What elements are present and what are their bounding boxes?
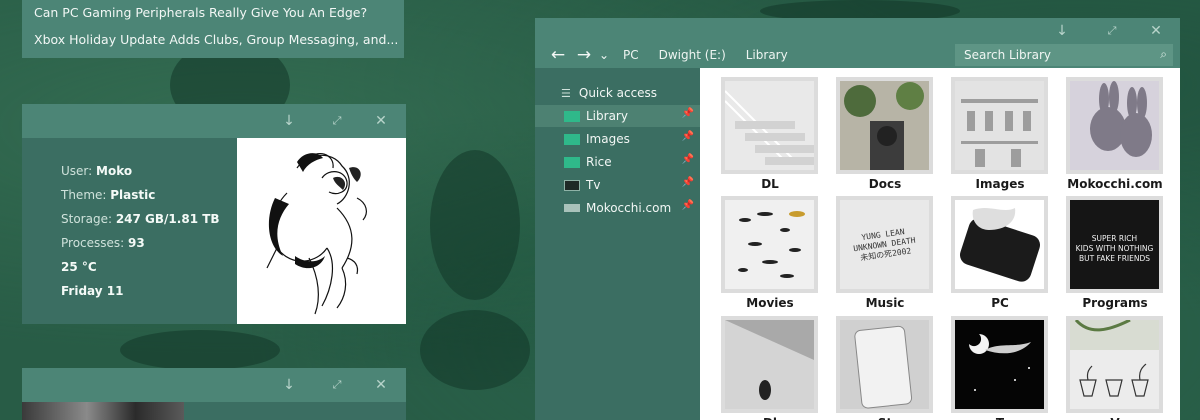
drive-icon (564, 204, 580, 212)
folder-tile-st[interactable]: St (835, 316, 935, 420)
folder-label: St (835, 416, 935, 420)
folder-thumbnail (951, 316, 1048, 413)
search-placeholder: Search Library (964, 48, 1051, 62)
folder-thumbnail (836, 316, 933, 413)
folder-thumbnail (721, 77, 818, 174)
restore-icon[interactable]: ⤢ (320, 104, 354, 138)
sidebar-item-label: Mokocchi.com (586, 201, 672, 215)
info-row-processes: Processes: 93 (61, 236, 145, 250)
sidebar-item-library[interactable]: Library 📌 (535, 105, 700, 127)
folder-grid: DL Docs Images Mokocchi.com Movies YUNG … (700, 68, 1180, 420)
folder-tile-dl[interactable]: DL (720, 77, 820, 191)
media-thumbnail (22, 402, 184, 420)
folder-tile-images[interactable]: Images (950, 77, 1050, 191)
info-body: User: Moko Theme: Plastic Storage: 247 G… (22, 138, 237, 324)
folder-label: Images (975, 177, 1025, 191)
folder-label: Docs (868, 177, 902, 191)
folder-thumbnail (951, 77, 1048, 174)
folder-label: DL (761, 177, 779, 191)
search-input[interactable]: Search Library ⌕ (955, 44, 1173, 66)
sidebar-item-quick-access[interactable]: ☰ Quick access (535, 82, 700, 104)
folder-thumbnail (836, 77, 933, 174)
info-row-temperature: 25 °C (61, 260, 97, 274)
folder-tile-music[interactable]: YUNG LEAN UNKNOWN DEATH 未知の死2002 Music (835, 196, 935, 310)
sidebar-item-label: Tv (586, 178, 601, 192)
sidebar-item-label: Quick access (578, 86, 658, 100)
folder-icon (564, 133, 580, 145)
folder-tile-mokocchi[interactable]: Mokocchi.com (1065, 77, 1165, 191)
forward-arrow-icon[interactable]: → (571, 45, 597, 65)
folder-icon (564, 110, 580, 122)
pin-icon[interactable]: 📌 (682, 177, 694, 188)
file-explorer-window: ↓ ⤢ ✕ ← → ⌄ PC Dwight (E:) Library Searc… (535, 18, 1180, 420)
info-row-storage: Storage: 247 GB/1.81 TB (61, 212, 220, 226)
news-panel: Can PC Gaming Peripherals Really Give Yo… (22, 0, 404, 58)
breadcrumb-library[interactable]: Library (746, 48, 788, 62)
breadcrumb-drive[interactable]: Dwight (E:) (659, 48, 726, 62)
sidebar-item-tv[interactable]: Tv 📌 (535, 174, 700, 196)
folder-tile-programs[interactable]: SUPER RICH KIDS WITH NOTHING BUT FAKE FR… (1065, 196, 1165, 310)
pin-icon[interactable]: 📌 (682, 131, 694, 142)
system-info-panel: ↓ ⤢ ✕ User: Moko Theme: Plastic Storage:… (22, 104, 406, 324)
folder-thumbnail (951, 196, 1048, 293)
folder-icon (564, 156, 580, 168)
sidebar-item-mokocchi[interactable]: Mokocchi.com 📌 (535, 197, 700, 219)
sidebar-item-rice[interactable]: Rice 📌 (535, 151, 700, 173)
thumbnail-text: YUNG LEAN UNKNOWN DEATH 未知の死2002 (852, 227, 917, 263)
close-icon[interactable]: ✕ (364, 104, 398, 138)
sidebar-item-images[interactable]: Images 📌 (535, 128, 700, 150)
folder-thumbnail (721, 316, 818, 413)
folder-label: T (950, 416, 1050, 420)
sidebar-item-label: Rice (586, 155, 612, 169)
folder-tile-docs[interactable]: Docs (835, 77, 935, 191)
folder-tile-v[interactable]: V (1065, 316, 1165, 420)
close-icon[interactable]: ✕ (364, 368, 398, 402)
info-row-user: User: Moko (61, 164, 133, 178)
folder-label: Mokocchi.com (1067, 177, 1163, 191)
restore-icon[interactable]: ⤢ (320, 368, 354, 402)
folder-thumbnail: SUPER RICH KIDS WITH NOTHING BUT FAKE FR… (1066, 196, 1163, 293)
pin-icon[interactable]: 📌 (682, 108, 694, 119)
news-item[interactable]: Can PC Gaming Peripherals Really Give Yo… (34, 5, 402, 20)
media-panel: ↓ ⤢ ✕ (22, 368, 406, 420)
folder-label: V (1065, 416, 1165, 420)
folder-thumbnail (1066, 77, 1163, 174)
folder-label: Programs (1082, 296, 1148, 310)
folder-thumbnail: YUNG LEAN UNKNOWN DEATH 未知の死2002 (836, 196, 933, 293)
folder-label: Dl (720, 416, 820, 420)
info-row-theme: Theme: Plastic (61, 188, 156, 202)
minimize-icon[interactable]: ↓ (272, 104, 306, 138)
menu-icon: ☰ (561, 86, 571, 100)
navigation-pane: ☰ Quick access Library 📌 Images 📌 Rice 📌… (535, 68, 700, 420)
folder-label: Movies (746, 296, 794, 310)
folder-label: Music (865, 296, 905, 310)
back-arrow-icon[interactable]: ← (545, 45, 571, 65)
pin-icon[interactable]: 📌 (682, 200, 694, 211)
folder-thumbnail (1066, 316, 1163, 413)
chevron-down-icon[interactable]: ⌄ (597, 48, 611, 62)
folder-tile-pc[interactable]: PC (950, 196, 1050, 310)
folder-tile-movies[interactable]: Movies (720, 196, 820, 310)
news-item[interactable]: Xbox Holiday Update Adds Clubs, Group Me… (34, 32, 402, 47)
film-icon (564, 179, 580, 191)
folder-thumbnail (721, 196, 818, 293)
breadcrumb-pc[interactable]: PC (623, 48, 639, 62)
thumbnail-text: SUPER RICH KIDS WITH NOTHING BUT FAKE FR… (1075, 234, 1154, 263)
folder-label: PC (991, 296, 1009, 310)
minimize-icon[interactable]: ↓ (272, 368, 306, 402)
pin-icon[interactable]: 📌 (682, 154, 694, 165)
search-icon: ⌕ (1160, 47, 1167, 61)
info-titlebar[interactable]: ↓ ⤢ ✕ (22, 104, 406, 138)
info-row-date: Friday 11 (61, 284, 124, 298)
media-titlebar[interactable]: ↓ ⤢ ✕ (22, 368, 406, 402)
folder-tile-t[interactable]: T (950, 316, 1050, 420)
folder-tile-dl-2[interactable]: Dl (720, 316, 820, 420)
sidebar-item-label: Library (586, 109, 628, 123)
sidebar-item-label: Images (586, 132, 630, 146)
line-art-image (237, 138, 406, 324)
